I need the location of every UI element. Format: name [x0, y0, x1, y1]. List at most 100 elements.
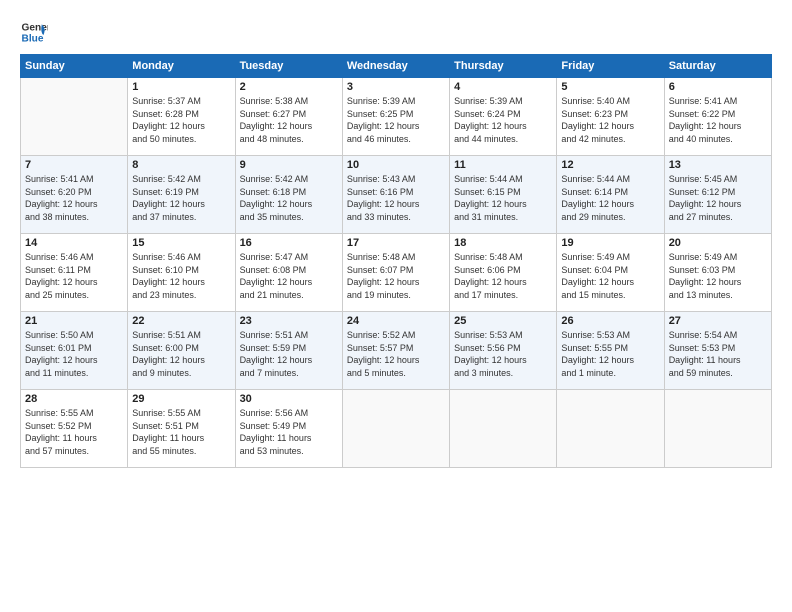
page: General Blue SundayMondayTuesdayWednesda…: [0, 0, 792, 612]
calendar-cell: 13Sunrise: 5:45 AMSunset: 6:12 PMDayligh…: [664, 156, 771, 234]
calendar-cell: 27 Sunrise: 5:54 AMSunset: 5:53 PMDayligh…: [664, 312, 771, 390]
day-info: Sunrise: 5:48 AMSunset: 6:07 PMDaylight:…: [347, 251, 445, 301]
day-number: 14: [25, 237, 123, 249]
day-number: 10: [347, 159, 445, 171]
day-number: 12: [561, 159, 659, 171]
day-info: Sunrise: 5:49 AMSunset: 6:03 PMDaylight:…: [669, 251, 767, 301]
day-number: 1: [132, 81, 230, 93]
day-info: Sunrise: 5:41 AMSunset: 6:20 PMDaylight:…: [25, 173, 123, 223]
day-info: Sunrise: 5:55 AMSunset: 5:52 PMDaylight:…: [25, 407, 123, 457]
header-thursday: Thursday: [450, 55, 557, 78]
week-row-5: 28 Sunrise: 5:55 AMSunset: 5:52 PMDayligh…: [21, 390, 772, 468]
week-row-1: 1 Sunrise: 5:37 AMSunset: 6:28 PMDaylight…: [21, 78, 772, 156]
day-number: 21: [25, 315, 123, 327]
header-tuesday: Tuesday: [235, 55, 342, 78]
day-info: Sunrise: 5:46 AMSunset: 6:10 PMDaylight:…: [132, 251, 230, 301]
day-number: 2: [240, 81, 338, 93]
calendar-cell: 1 Sunrise: 5:37 AMSunset: 6:28 PMDaylight…: [128, 78, 235, 156]
day-info: Sunrise: 5:52 AMSunset: 5:57 PMDaylight:…: [347, 329, 445, 379]
calendar-cell: [21, 78, 128, 156]
calendar-cell: 20Sunrise: 5:49 AMSunset: 6:03 PMDayligh…: [664, 234, 771, 312]
calendar-cell: [450, 390, 557, 468]
calendar-cell: 10 Sunrise: 5:43 AMSunset: 6:16 PMDayligh…: [342, 156, 449, 234]
calendar-cell: 30 Sunrise: 5:56 AMSunset: 5:49 PMDayligh…: [235, 390, 342, 468]
calendar-cell: 26Sunrise: 5:53 AMSunset: 5:55 PMDayligh…: [557, 312, 664, 390]
calendar-cell: 25 Sunrise: 5:53 AMSunset: 5:56 PMDayligh…: [450, 312, 557, 390]
day-info: Sunrise: 5:50 AMSunset: 6:01 PMDaylight:…: [25, 329, 123, 379]
day-number: 28: [25, 393, 123, 405]
day-info: Sunrise: 5:43 AMSunset: 6:16 PMDaylight:…: [347, 173, 445, 223]
calendar-table: SundayMondayTuesdayWednesdayThursdayFrid…: [20, 54, 772, 468]
calendar-cell: 2 Sunrise: 5:38 AMSunset: 6:27 PMDaylight…: [235, 78, 342, 156]
day-number: 5: [561, 81, 659, 93]
calendar-cell: 14 Sunrise: 5:46 AMSunset: 6:11 PMDayligh…: [21, 234, 128, 312]
day-number: 16: [240, 237, 338, 249]
day-number: 4: [454, 81, 552, 93]
day-number: 19: [561, 237, 659, 249]
calendar-cell: 29 Sunrise: 5:55 AMSunset: 5:51 PMDayligh…: [128, 390, 235, 468]
header-monday: Monday: [128, 55, 235, 78]
header-wednesday: Wednesday: [342, 55, 449, 78]
day-info: Sunrise: 5:38 AMSunset: 6:27 PMDaylight:…: [240, 95, 338, 145]
calendar-cell: 23 Sunrise: 5:51 AMSunset: 5:59 PMDayligh…: [235, 312, 342, 390]
header-friday: Friday: [557, 55, 664, 78]
day-info: Sunrise: 5:42 AMSunset: 6:19 PMDaylight:…: [132, 173, 230, 223]
calendar-cell: 3Sunrise: 5:39 AMSunset: 6:25 PMDaylight…: [342, 78, 449, 156]
day-info: Sunrise: 5:54 AMSunset: 5:53 PMDaylight:…: [669, 329, 767, 379]
day-number: 25: [454, 315, 552, 327]
day-info: Sunrise: 5:47 AMSunset: 6:08 PMDaylight:…: [240, 251, 338, 301]
calendar-cell: 24 Sunrise: 5:52 AMSunset: 5:57 PMDayligh…: [342, 312, 449, 390]
day-number: 23: [240, 315, 338, 327]
calendar-cell: [664, 390, 771, 468]
day-info: Sunrise: 5:55 AMSunset: 5:51 PMDaylight:…: [132, 407, 230, 457]
day-info: Sunrise: 5:53 AMSunset: 5:55 PMDaylight:…: [561, 329, 659, 379]
calendar-cell: 21 Sunrise: 5:50 AMSunset: 6:01 PMDayligh…: [21, 312, 128, 390]
day-info: Sunrise: 5:37 AMSunset: 6:28 PMDaylight:…: [132, 95, 230, 145]
day-info: Sunrise: 5:48 AMSunset: 6:06 PMDaylight:…: [454, 251, 552, 301]
day-number: 29: [132, 393, 230, 405]
calendar-cell: 8 Sunrise: 5:42 AMSunset: 6:19 PMDaylight…: [128, 156, 235, 234]
day-info: Sunrise: 5:51 AMSunset: 6:00 PMDaylight:…: [132, 329, 230, 379]
day-number: 7: [25, 159, 123, 171]
day-number: 18: [454, 237, 552, 249]
day-number: 15: [132, 237, 230, 249]
week-row-4: 21 Sunrise: 5:50 AMSunset: 6:01 PMDayligh…: [21, 312, 772, 390]
day-info: Sunrise: 5:42 AMSunset: 6:18 PMDaylight:…: [240, 173, 338, 223]
header: General Blue: [20, 18, 772, 46]
calendar-cell: 16 Sunrise: 5:47 AMSunset: 6:08 PMDayligh…: [235, 234, 342, 312]
day-info: Sunrise: 5:56 AMSunset: 5:49 PMDaylight:…: [240, 407, 338, 457]
calendar-cell: 18 Sunrise: 5:48 AMSunset: 6:06 PMDayligh…: [450, 234, 557, 312]
calendar-header-row: SundayMondayTuesdayWednesdayThursdayFrid…: [21, 55, 772, 78]
day-info: Sunrise: 5:40 AMSunset: 6:23 PMDaylight:…: [561, 95, 659, 145]
svg-text:Blue: Blue: [22, 33, 44, 44]
calendar-cell: [557, 390, 664, 468]
week-row-3: 14 Sunrise: 5:46 AMSunset: 6:11 PMDayligh…: [21, 234, 772, 312]
day-info: Sunrise: 5:45 AMSunset: 6:12 PMDaylight:…: [669, 173, 767, 223]
calendar-cell: 5 Sunrise: 5:40 AMSunset: 6:23 PMDaylight…: [557, 78, 664, 156]
day-info: Sunrise: 5:46 AMSunset: 6:11 PMDaylight:…: [25, 251, 123, 301]
day-number: 6: [669, 81, 767, 93]
day-number: 8: [132, 159, 230, 171]
day-number: 3: [347, 81, 445, 93]
logo-icon: General Blue: [20, 18, 48, 46]
calendar-cell: 17 Sunrise: 5:48 AMSunset: 6:07 PMDayligh…: [342, 234, 449, 312]
day-number: 30: [240, 393, 338, 405]
day-number: 24: [347, 315, 445, 327]
calendar-cell: 28 Sunrise: 5:55 AMSunset: 5:52 PMDayligh…: [21, 390, 128, 468]
calendar-cell: [342, 390, 449, 468]
day-info: Sunrise: 5:49 AMSunset: 6:04 PMDaylight:…: [561, 251, 659, 301]
day-number: 9: [240, 159, 338, 171]
day-info: Sunrise: 5:51 AMSunset: 5:59 PMDaylight:…: [240, 329, 338, 379]
day-info: Sunrise: 5:44 AMSunset: 6:14 PMDaylight:…: [561, 173, 659, 223]
day-info: Sunrise: 5:44 AMSunset: 6:15 PMDaylight:…: [454, 173, 552, 223]
day-number: 27: [669, 315, 767, 327]
calendar-cell: 9 Sunrise: 5:42 AMSunset: 6:18 PMDaylight…: [235, 156, 342, 234]
header-sunday: Sunday: [21, 55, 128, 78]
calendar-cell: 11 Sunrise: 5:44 AMSunset: 6:15 PMDayligh…: [450, 156, 557, 234]
day-number: 22: [132, 315, 230, 327]
day-number: 11: [454, 159, 552, 171]
week-row-2: 7 Sunrise: 5:41 AMSunset: 6:20 PMDaylight…: [21, 156, 772, 234]
day-number: 17: [347, 237, 445, 249]
day-info: Sunrise: 5:53 AMSunset: 5:56 PMDaylight:…: [454, 329, 552, 379]
calendar-cell: 15 Sunrise: 5:46 AMSunset: 6:10 PMDayligh…: [128, 234, 235, 312]
